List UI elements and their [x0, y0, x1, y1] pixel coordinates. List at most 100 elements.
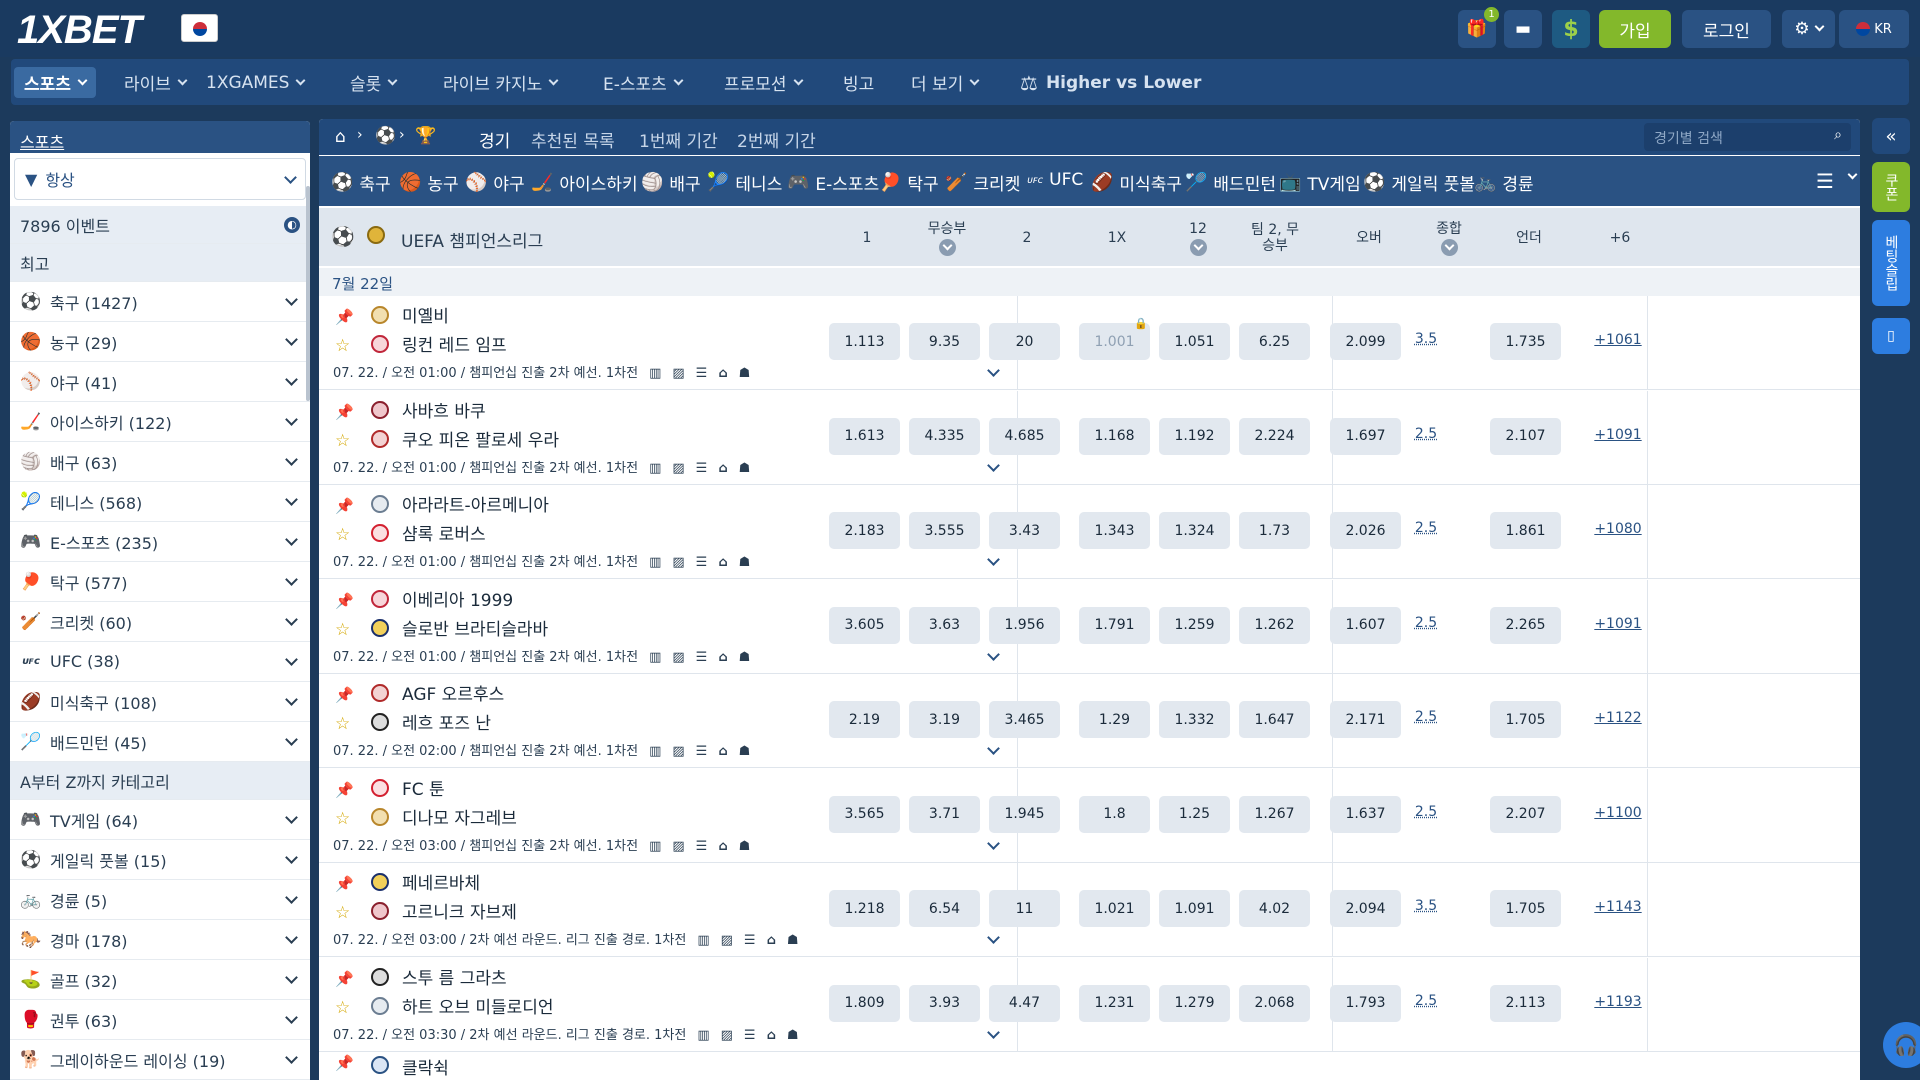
sidebar-sport-item[interactable]: 🏐 배구 (63)	[10, 442, 310, 482]
chevron-down-icon[interactable]	[285, 293, 298, 306]
match-row[interactable]: 📌 ☆ 스투 름 그라츠 하트 오브 미들로디언 07. 22. / 오전 03:30 …	[319, 957, 1860, 1052]
expand-chevron-icon[interactable]	[987, 836, 1000, 850]
odds-button[interactable]: 2.19	[829, 701, 900, 738]
favorite-star-icon[interactable]: ☆	[335, 809, 350, 829]
sport-filter-item[interactable]: 🏏 크리켓	[945, 170, 1020, 195]
favorite-star-icon[interactable]: ☆	[335, 714, 350, 734]
stats-icon[interactable]: ▨	[672, 839, 684, 854]
list-icon[interactable]: ☰	[696, 366, 708, 381]
odds-button[interactable]: 1.051	[1159, 323, 1230, 360]
lineup-icon[interactable]: ☗	[739, 839, 751, 854]
stadium-icon[interactable]: ⌂	[718, 555, 727, 570]
stadium-icon[interactable]: ⌂	[718, 461, 727, 476]
nav-promotions[interactable]: 프로모션	[714, 67, 812, 98]
odds-button[interactable]: 3.555	[909, 512, 980, 549]
sport-filter-item[interactable]: 🏐 배구	[641, 170, 701, 195]
odds-button[interactable]: 1.705	[1490, 701, 1561, 738]
odds-button[interactable]: 1.192	[1159, 417, 1230, 455]
home-team-name[interactable]: 미옐비	[402, 302, 449, 327]
sport-filter-item[interactable]: ⚽ 게일릭 풋볼	[1363, 170, 1475, 195]
odds-button[interactable]: 6.25	[1239, 323, 1310, 360]
total-line[interactable]: 2.5	[1406, 709, 1446, 725]
odds-button[interactable]: 1.705	[1490, 890, 1561, 927]
sidebar-sport-item[interactable]: ⚽ 축구 (1427)	[10, 282, 310, 322]
more-markets-link[interactable]: +1091	[1588, 616, 1648, 632]
odds-button[interactable]: 1.324	[1159, 512, 1230, 549]
stats-icon[interactable]: ▨	[672, 461, 684, 476]
favorite-star-icon[interactable]: ☆	[335, 903, 350, 923]
odds-button[interactable]: 2.094	[1330, 890, 1401, 927]
sidebar-sport-item[interactable]: ⛳ 골프 (32)	[10, 960, 310, 1000]
odds-column-header[interactable]: 12	[1168, 216, 1228, 260]
odds-button[interactable]: 2.265	[1490, 606, 1561, 644]
match-row[interactable]: 📌 ☆ AGF 오르후스 레흐 포즈 난 07. 22. / 오전 02:00 / 챔피…	[319, 674, 1860, 768]
total-line[interactable]: 2.5	[1406, 804, 1446, 820]
betslip-button[interactable]: 베팅슬립	[1872, 220, 1910, 306]
odds-button[interactable]: 1.231	[1079, 984, 1150, 1022]
stats-icon[interactable]: ▨	[721, 933, 733, 948]
list-icon[interactable]: ☰	[696, 650, 708, 665]
match-row[interactable]: 📌 ☆ 사바흐 바쿠 쿠오 피온 팔로세 우라 07. 22. / 오전 01:00 /…	[319, 390, 1860, 485]
bar-chart-icon[interactable]: ▥	[649, 366, 661, 381]
odds-button[interactable]: 1.021	[1079, 890, 1150, 927]
sidebar-sport-item[interactable]: ᴜꜰᴄ UFC (38)	[10, 642, 310, 682]
odds-column-header[interactable]: 언더	[1499, 216, 1559, 260]
settings-button[interactable]: ⚙	[1782, 10, 1835, 48]
pin-icon[interactable]: 📌	[335, 781, 354, 799]
odds-button[interactable]: 2.224	[1239, 417, 1310, 455]
sidebar-sport-item[interactable]: 🥊 권투 (63)	[10, 1000, 310, 1040]
expand-chevron-icon[interactable]	[987, 931, 1000, 944]
signup-button[interactable]: 가입	[1599, 10, 1671, 48]
lineup-icon[interactable]: ☗	[739, 366, 751, 381]
soccer-ball-icon[interactable]: ⚽	[375, 126, 396, 146]
stats-icon[interactable]: ▨	[672, 744, 684, 759]
odds-button[interactable]: 3.93	[909, 984, 980, 1022]
match-row[interactable]: 📌 ☆ 아라라트-아르메니아 샴록 로버스 07. 22. / 오전 01:00 / 챔…	[319, 485, 1860, 579]
odds-button[interactable]: 4.02	[1239, 890, 1310, 927]
pin-icon[interactable]: 📌	[335, 686, 354, 704]
match-row[interactable]: 📌 ☆ 이베리아 1999 슬로반 브라티슬라바 07. 22. / 오전 01:00 …	[319, 579, 1860, 674]
odds-column-header[interactable]: 1X	[1087, 216, 1147, 260]
tab-recommended[interactable]: 추천된 목록	[531, 127, 615, 152]
chevron-down-icon[interactable]	[285, 1011, 298, 1024]
nav-higher-lower[interactable]: ⚖ Higher vs Lower	[1010, 67, 1211, 98]
sport-filter-item[interactable]: ⚽ 축구	[331, 170, 391, 195]
stadium-icon[interactable]: ⌂	[718, 366, 727, 381]
nav-bingo[interactable]: 빙고	[833, 67, 884, 98]
sport-filter-item[interactable]: 🎾 테니스	[707, 170, 782, 195]
odds-button[interactable]: 1.267	[1239, 795, 1310, 833]
match-search-input[interactable]: 경기별 검색 ⌕	[1644, 123, 1851, 151]
odds-button[interactable]: 1.259	[1159, 606, 1230, 644]
favorite-star-icon[interactable]: ☆	[335, 336, 350, 356]
menu-icon[interactable]: ☰	[1816, 169, 1834, 193]
home-team-name[interactable]: 사바흐 바쿠	[402, 397, 486, 422]
lineup-icon[interactable]: ☗	[739, 461, 751, 476]
expand-chevron-icon[interactable]	[987, 647, 1000, 661]
ticket-button[interactable]: ▬	[1504, 10, 1542, 48]
nav-sports[interactable]: 스포츠	[14, 67, 96, 98]
language-button[interactable]: KR	[1839, 10, 1909, 48]
odds-button[interactable]: 1.262	[1239, 606, 1310, 644]
sport-filter-item[interactable]: 📺 TV게임	[1279, 170, 1361, 195]
chevron-down-icon[interactable]	[285, 971, 298, 984]
stadium-icon[interactable]: ⌂	[767, 1028, 776, 1043]
odds-button[interactable]: 3.605	[829, 606, 900, 644]
nav-more[interactable]: 더 보기	[901, 67, 988, 98]
tab-matches[interactable]: 경기	[479, 127, 511, 158]
coupon-button[interactable]: 쿠폰	[1872, 162, 1910, 212]
odds-button[interactable]: 4.685	[989, 417, 1060, 455]
more-markets-link[interactable]: +1100	[1588, 805, 1648, 821]
chevron-down-icon[interactable]	[285, 573, 298, 586]
odds-button[interactable]: 1.945	[989, 795, 1060, 833]
favorite-star-icon[interactable]: ☆	[335, 431, 350, 451]
pin-icon[interactable]: 📌	[335, 308, 354, 326]
more-markets-link[interactable]: +1193	[1588, 994, 1648, 1010]
sidebar-sport-item[interactable]: 🐎 경마 (178)	[10, 920, 310, 960]
total-line[interactable]: 3.5	[1406, 331, 1446, 347]
home-icon[interactable]: ⌂	[335, 127, 346, 147]
mobile-app-button[interactable]: ▯	[1872, 318, 1910, 354]
expand-chevron-icon[interactable]	[987, 553, 1000, 566]
match-row[interactable]: 📌 ☆ 페네르바체 고르니크 자브제 07. 22. / 오전 03:00 / 2차 예…	[319, 863, 1860, 957]
odds-button[interactable]: 6.54	[909, 890, 980, 927]
home-team-name[interactable]: 스투 름 그라츠	[402, 964, 507, 989]
